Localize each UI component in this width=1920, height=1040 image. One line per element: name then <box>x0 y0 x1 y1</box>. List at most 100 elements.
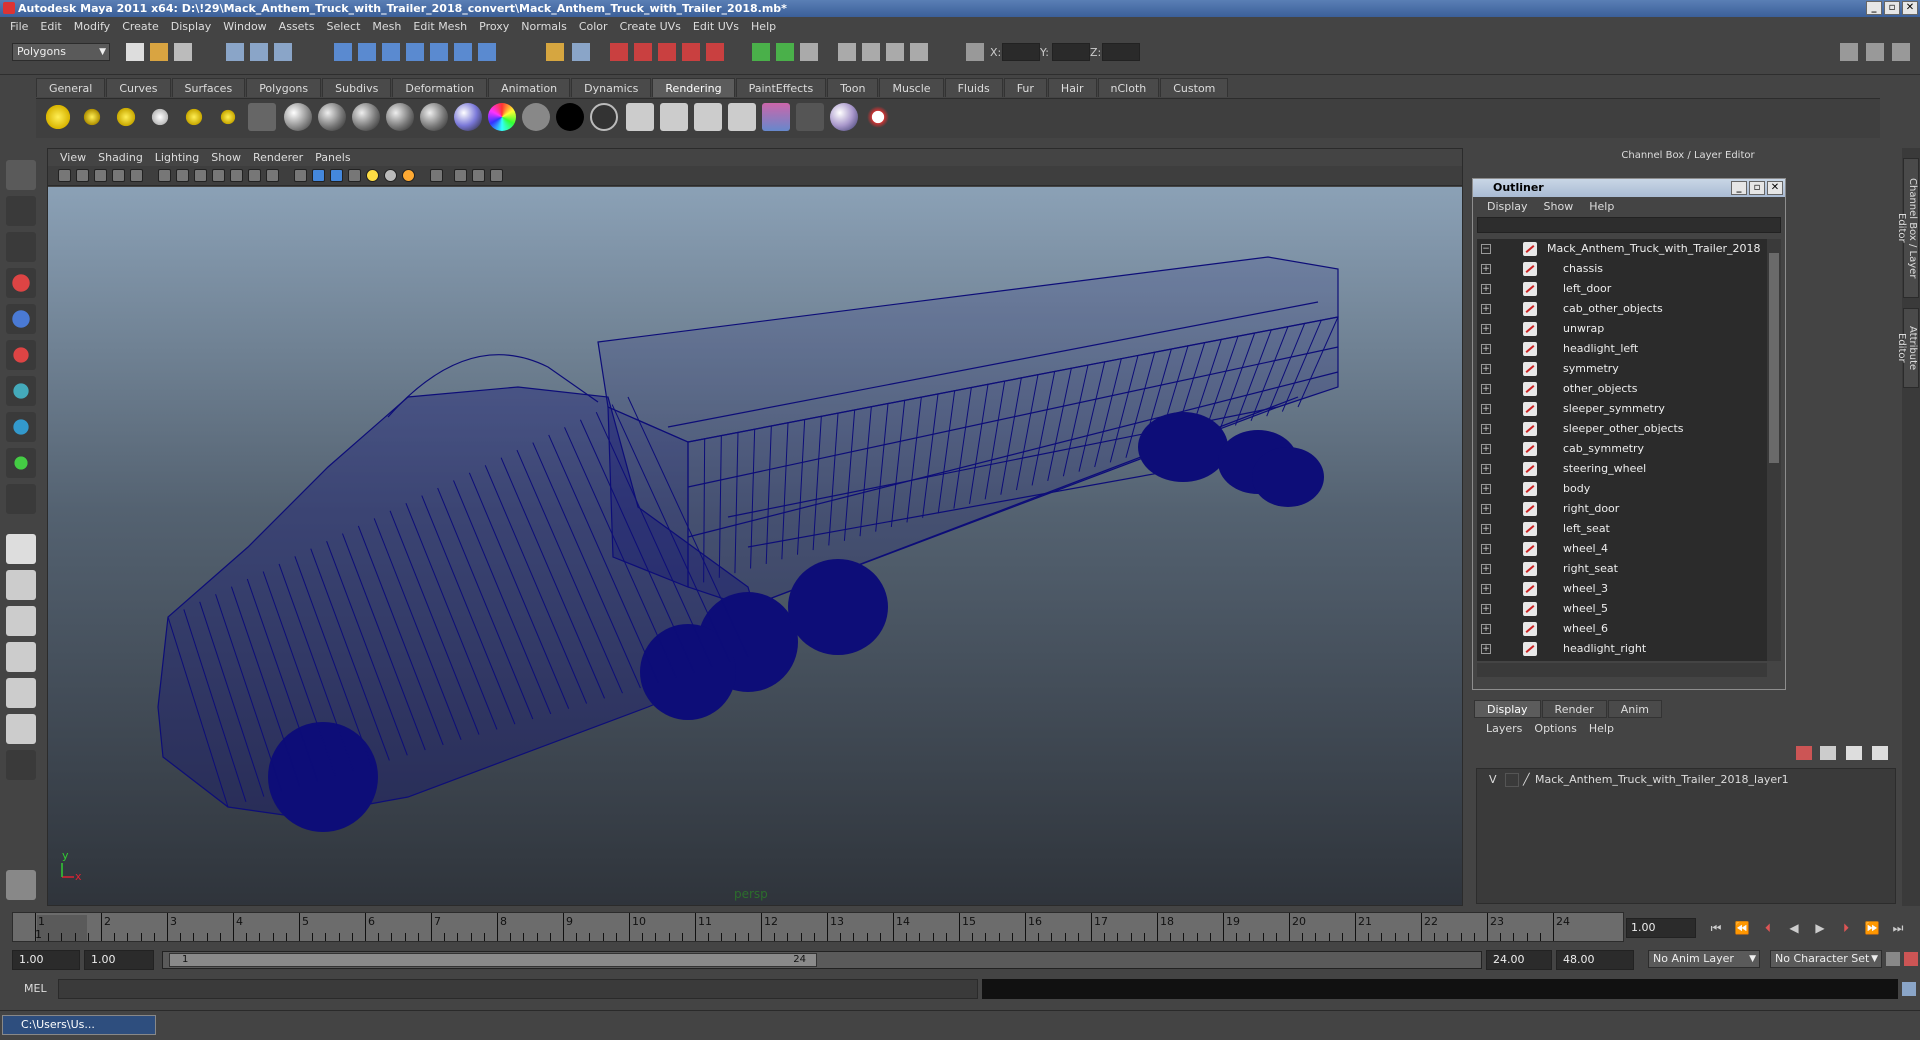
panel-layout-icon[interactable] <box>838 43 856 61</box>
playback-start-field[interactable]: 1.00 <box>84 950 154 970</box>
shelf-tab-subdivs[interactable]: Subdivs <box>322 78 392 97</box>
outliner-item-right-door[interactable]: + right_door <box>1477 499 1767 519</box>
animation-end-field[interactable]: 48.00 <box>1556 950 1634 970</box>
shelf-tab-hair[interactable]: Hair <box>1047 78 1097 97</box>
phong-material-icon[interactable] <box>420 103 448 131</box>
render-layers-icon[interactable] <box>796 103 824 131</box>
show-hide-tool-settings-icon[interactable] <box>1866 43 1884 61</box>
outliner-item-headlight-right[interactable]: + headlight_right <box>1477 639 1767 659</box>
collapse-icon[interactable]: − <box>1481 244 1491 254</box>
ramp-shader-icon[interactable] <box>488 103 516 131</box>
render-view-shelf-icon[interactable] <box>830 103 858 131</box>
expand-icon[interactable]: + <box>1481 624 1491 634</box>
menu-window[interactable]: Window <box>217 20 272 33</box>
show-manipulator-icon[interactable] <box>6 448 36 478</box>
play-backwards-icon[interactable]: ◀ <box>1784 920 1804 936</box>
script-editor-icon[interactable] <box>1902 982 1916 996</box>
show-hide-attribute-editor-icon[interactable] <box>1840 43 1858 61</box>
perspective-view[interactable]: y x persp <box>48 187 1462 905</box>
layer-menu-help[interactable]: Help <box>1583 722 1620 735</box>
expand-icon[interactable]: + <box>1481 644 1491 654</box>
hypergraph-icon[interactable] <box>910 43 928 61</box>
menu-edit[interactable]: Edit <box>34 20 67 33</box>
lasso-tool-icon[interactable] <box>6 196 36 226</box>
volume-light-icon[interactable] <box>214 103 242 131</box>
step-back-frame-icon[interactable]: ⏴ <box>1758 920 1778 936</box>
menu-display[interactable]: Display <box>165 20 218 33</box>
outliner-item-steering-wheel[interactable]: + steering_wheel <box>1477 459 1767 479</box>
shelf-tab-rendering[interactable]: Rendering <box>652 78 735 97</box>
viewport-menu-view[interactable]: View <box>54 151 92 164</box>
viewport-menu-shading[interactable]: Shading <box>92 151 149 164</box>
layer-tab-display[interactable]: Display <box>1474 700 1541 718</box>
toggle-channel-box-icon[interactable] <box>752 43 770 61</box>
gate-mask-icon[interactable] <box>212 169 225 182</box>
render-current-frame-icon[interactable] <box>626 103 654 131</box>
menu-set-dropdown[interactable]: Polygons ▼ <box>12 43 110 61</box>
two-d-pan-zoom-icon[interactable] <box>130 169 143 182</box>
menu-edit-uvs[interactable]: Edit UVs <box>687 20 745 33</box>
ipr-render-current-icon[interactable] <box>660 103 688 131</box>
expand-icon[interactable]: + <box>1481 464 1491 474</box>
expand-icon[interactable]: + <box>1481 524 1491 534</box>
expand-icon[interactable]: + <box>1481 384 1491 394</box>
isolate-select-icon[interactable] <box>430 169 443 182</box>
layer-tab-anim[interactable]: Anim <box>1607 700 1662 718</box>
shelf-tab-painteffects[interactable]: PaintEffects <box>735 78 827 97</box>
expand-icon[interactable]: + <box>1481 484 1491 494</box>
render-view-icon[interactable] <box>706 43 724 61</box>
lambert-material-icon[interactable] <box>386 103 414 131</box>
shelf-tab-fur[interactable]: Fur <box>1003 78 1047 97</box>
lock-icon[interactable] <box>546 43 564 61</box>
show-hide-channel-box-icon[interactable] <box>1892 43 1910 61</box>
taskbar-item[interactable]: C:\Users\Us... <box>2 1015 156 1035</box>
outliner-item-wheel-5[interactable]: + wheel_5 <box>1477 599 1767 619</box>
layer-visibility-toggle[interactable]: V <box>1489 771 1497 789</box>
menu-normals[interactable]: Normals <box>515 20 573 33</box>
layout-options-icon[interactable] <box>6 750 36 780</box>
make-live-icon[interactable] <box>430 43 448 61</box>
hypershade-persp-layout-icon[interactable] <box>6 678 36 708</box>
layer-type-toggle[interactable] <box>1505 773 1519 787</box>
directional-light-icon[interactable] <box>78 103 106 131</box>
menu-assets[interactable]: Assets <box>273 20 321 33</box>
universal-manipulator-icon[interactable] <box>6 376 36 406</box>
shelf-tab-custom[interactable]: Custom <box>1160 78 1229 97</box>
menu-select[interactable]: Select <box>320 20 366 33</box>
blinn-material-icon[interactable] <box>352 103 380 131</box>
batch-render-icon[interactable] <box>694 103 722 131</box>
move-tool-icon[interactable] <box>6 268 36 298</box>
outliner-item-wheel-4[interactable]: + wheel_4 <box>1477 539 1767 559</box>
paint-canvas-icon[interactable] <box>864 103 892 131</box>
z-coord-field[interactable] <box>1102 43 1140 61</box>
outliner-menu-display[interactable]: Display <box>1479 200 1536 213</box>
expand-icon[interactable]: + <box>1481 584 1491 594</box>
high-quality-icon[interactable] <box>490 169 503 182</box>
expand-icon[interactable]: + <box>1481 264 1491 274</box>
menu-modify[interactable]: Modify <box>68 20 116 33</box>
graph-editor-icon[interactable] <box>886 43 904 61</box>
last-tool-icon[interactable] <box>6 484 36 514</box>
playback-end-field[interactable]: 24.00 <box>1486 950 1552 970</box>
field-chart-icon[interactable] <box>230 169 243 182</box>
expand-icon[interactable]: + <box>1481 304 1491 314</box>
expand-icon[interactable]: + <box>1481 404 1491 414</box>
outliner-menu-help[interactable]: Help <box>1581 200 1622 213</box>
menu-create-uvs[interactable]: Create UVs <box>614 20 687 33</box>
ambient-light-icon[interactable] <box>44 103 72 131</box>
outliner-item-other-objects[interactable]: + other_objects <box>1477 379 1767 399</box>
render-settings-shelf-icon[interactable] <box>728 103 756 131</box>
camera-attributes-icon[interactable] <box>76 169 89 182</box>
x-coord-field[interactable] <box>1002 43 1040 61</box>
outliner-menu-show[interactable]: Show <box>1536 200 1582 213</box>
animation-preferences-icon[interactable] <box>1904 952 1918 966</box>
command-input[interactable] <box>58 979 978 999</box>
hypershade-icon[interactable] <box>682 43 700 61</box>
maximize-button[interactable]: ▫ <box>1884 1 1900 15</box>
select-object-icon[interactable] <box>250 43 268 61</box>
camera-icon[interactable] <box>284 103 312 131</box>
use-all-lights-icon[interactable] <box>366 169 379 182</box>
layer-menu-options[interactable]: Options <box>1528 722 1582 735</box>
command-language-label[interactable]: MEL <box>24 982 47 995</box>
toggle-attribute-editor-icon[interactable] <box>776 43 794 61</box>
